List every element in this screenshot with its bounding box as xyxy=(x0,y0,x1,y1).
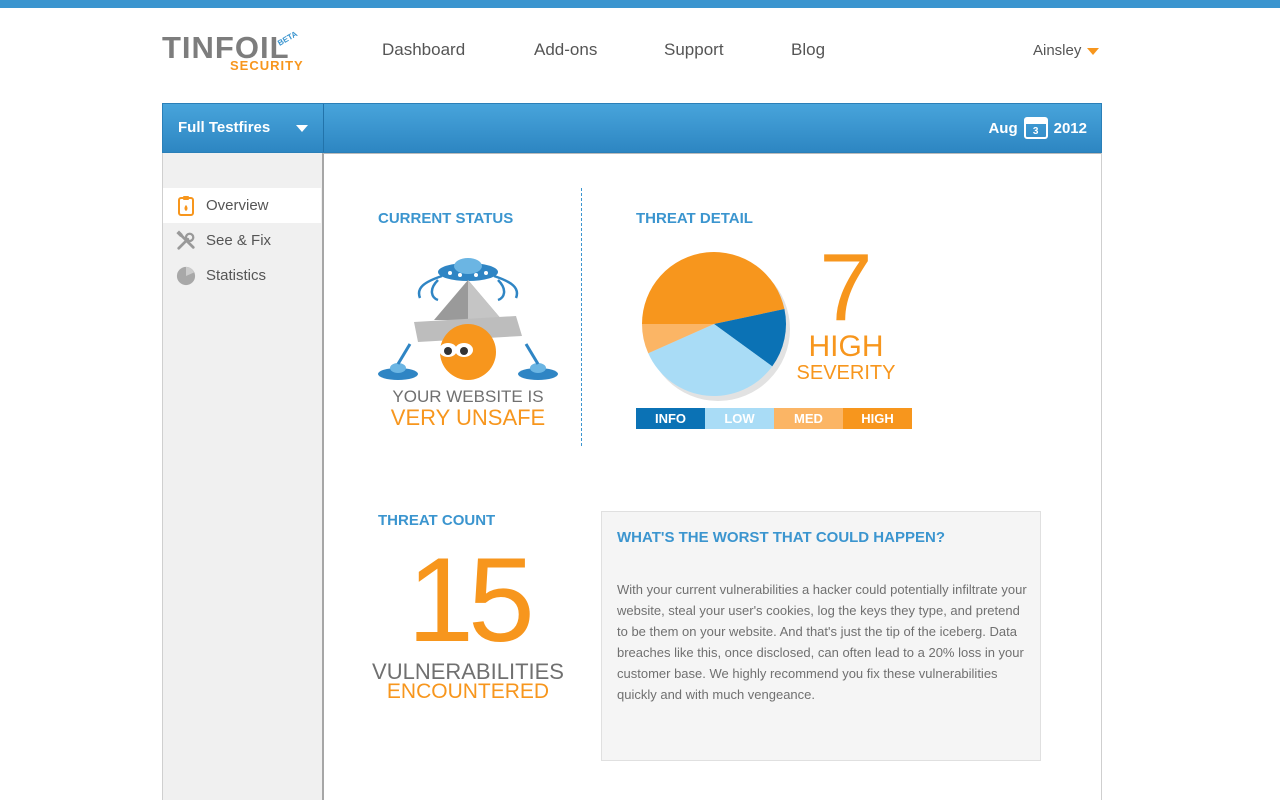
scan-toolbar: Full Testfires Aug 3 2012 xyxy=(162,103,1102,153)
high-severity-count: 7 xyxy=(819,234,873,341)
date-year: 2012 xyxy=(1053,119,1087,137)
nav-support[interactable]: Support xyxy=(664,40,724,60)
user-name: Ainsley xyxy=(1033,42,1082,59)
logo-subtitle: SECURITY xyxy=(230,58,304,73)
vulnerability-count: 15 xyxy=(407,533,534,667)
toolbar-divider xyxy=(323,104,324,152)
section-divider xyxy=(581,188,582,446)
tools-icon xyxy=(176,230,196,251)
pie-chart-icon xyxy=(176,266,196,286)
legend-info: INFO xyxy=(636,408,705,429)
calendar-icon[interactable]: 3 xyxy=(1023,117,1048,139)
date-month: Aug xyxy=(988,119,1018,137)
threat-pie-chart xyxy=(642,251,790,401)
clipboard-icon xyxy=(176,195,196,216)
sidebar-item-label: Statistics xyxy=(206,267,267,284)
sidebar-item-see-fix[interactable]: See & Fix xyxy=(163,223,321,258)
current-status-title: CURRENT STATUS xyxy=(378,210,514,227)
top-accent-bar xyxy=(0,0,1280,8)
status-line-1: YOUR WEBSITE IS xyxy=(392,387,544,406)
encountered-label: ENCOUNTERED xyxy=(386,680,550,703)
pie-slice-high xyxy=(642,251,785,324)
sidebar: Overview See & Fix Statistics xyxy=(163,153,322,800)
sidebar-item-label: See & Fix xyxy=(206,232,272,249)
worst-case-panel: WHAT'S THE WORST THAT COULD HAPPEN? With… xyxy=(601,511,1041,761)
worst-case-body: With your current vulnerabilities a hack… xyxy=(617,582,1027,702)
ufo-illustration-icon xyxy=(378,258,558,380)
nav-add-ons[interactable]: Add-ons xyxy=(534,40,597,60)
sidebar-item-label: Overview xyxy=(206,197,269,214)
user-menu[interactable]: Ainsley xyxy=(1033,42,1100,59)
threat-detail-title: THREAT DETAIL xyxy=(636,210,753,227)
severity-legend: INFO LOW MED HIGH xyxy=(636,408,912,429)
severity-label-2: SEVERITY xyxy=(796,362,896,384)
worst-case-title: WHAT'S THE WORST THAT COULD HAPPEN? xyxy=(617,529,945,546)
tinfoil-logo[interactable]: TINFOIL BETA SECURITY xyxy=(162,29,324,74)
chevron-down-icon xyxy=(1087,47,1100,55)
scan-type-select[interactable]: Full Testfires xyxy=(178,119,270,136)
legend-high: HIGH xyxy=(843,408,912,429)
sidebar-item-overview[interactable]: Overview xyxy=(163,188,321,223)
status-line-2: VERY UNSAFE xyxy=(390,405,546,430)
severity-label-1: HIGH xyxy=(808,330,884,363)
legend-med: MED xyxy=(774,408,843,429)
sidebar-item-statistics[interactable]: Statistics xyxy=(163,258,321,293)
date-picker[interactable]: Aug 3 2012 xyxy=(988,117,1087,139)
nav-blog[interactable]: Blog xyxy=(791,40,825,60)
legend-low: LOW xyxy=(705,408,774,429)
calendar-day: 3 xyxy=(1032,126,1039,137)
nav-dashboard[interactable]: Dashboard xyxy=(382,40,465,60)
chevron-down-icon[interactable] xyxy=(296,125,308,132)
threat-count-title: THREAT COUNT xyxy=(378,512,496,529)
